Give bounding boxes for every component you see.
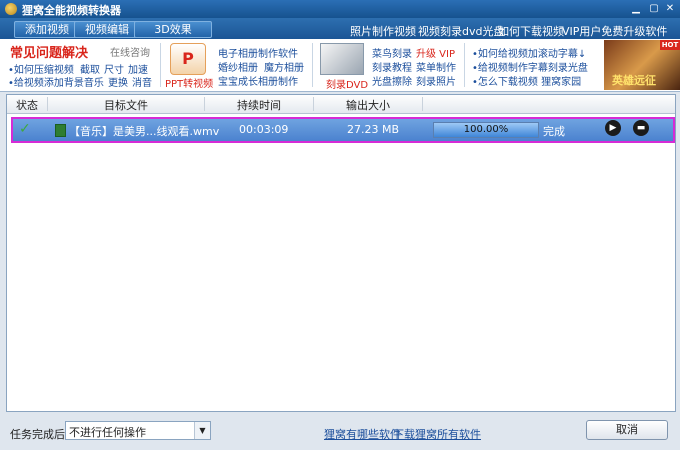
video-file-icon — [55, 124, 66, 137]
faq-replace-link[interactable]: 更换 — [108, 74, 128, 89]
banner-divider — [312, 43, 313, 87]
vip-upgrade-link[interactable]: VIP用户免费升级软件 — [562, 23, 667, 39]
menu-make-link[interactable]: 菜单制作 — [416, 59, 456, 74]
close-icon[interactable]: ✕ — [662, 2, 678, 16]
column-status[interactable]: 状态 — [7, 97, 48, 112]
promo-banner: 常见问题解决 在线咨询 •如何压缩视频 截取 尺寸 加速 •给视频添加背景音乐 … — [0, 39, 680, 92]
check-icon: ✓ — [19, 121, 31, 137]
chevron-down-icon[interactable]: ▼ — [194, 422, 210, 439]
task-table: 状态 目标文件 持续时间 输出大小 ✓ 【音乐】是美男...线观看.wmv 00… — [6, 94, 676, 412]
after-task-label: 任务完成后: — [10, 428, 69, 441]
photo-video-link[interactable]: 照片制作视频 — [350, 23, 416, 39]
minimize-icon[interactable]: ▁ — [628, 2, 644, 16]
download-all-link[interactable]: 下载狸窝所有软件 — [393, 426, 481, 442]
software-list-link[interactable]: 狸窝有哪些软件 — [324, 426, 401, 442]
dvd-burn-link[interactable]: 视频刻录dvd光盘 — [418, 23, 504, 39]
table-row[interactable]: ✓ 【音乐】是美男...线观看.wmv 00:03:09 27.23 MB 10… — [11, 117, 675, 143]
window-title: 狸窝全能视频转换器 — [22, 4, 121, 17]
baby-album-link[interactable]: 宝宝成长相册制作 — [218, 73, 298, 88]
cube-album-link[interactable]: 魔方相册 — [264, 59, 304, 74]
burn-dvd-link[interactable]: 刻录DVD — [326, 76, 368, 91]
online-consult-link[interactable]: 在线咨询 — [110, 44, 150, 59]
game-ad-text[interactable]: 英雄远征 — [612, 72, 656, 88]
target-file-cell: 【音乐】是美男...线观看.wmv — [69, 125, 220, 138]
column-output-size[interactable]: 输出大小 — [314, 97, 423, 112]
progress-bar: 100.00% — [433, 122, 539, 138]
size-cell: 27.23 MB — [347, 123, 400, 136]
dvd-icon[interactable] — [320, 43, 364, 75]
cancel-button[interactable]: 取消 — [586, 420, 668, 440]
after-task-value: 不进行任何操作 — [69, 426, 146, 439]
burn-photo-link[interactable]: 刻录照片 — [416, 73, 456, 88]
ppt-to-video-link[interactable]: PPT转视频 — [165, 75, 213, 90]
column-target-file[interactable]: 目标文件 — [48, 97, 205, 112]
title-bar: 狸窝全能视频转换器 ▁ ▢ ✕ — [0, 0, 680, 18]
album-software-link[interactable]: 电子相册制作软件 — [218, 45, 298, 60]
ppt-icon[interactable]: P — [170, 43, 206, 75]
download-video-link[interactable]: 如何下载视频 — [498, 23, 564, 39]
upgrade-vip-link[interactable]: 升级 VIP — [416, 45, 455, 60]
subtitle-burn-link[interactable]: •给视频制作字幕刻录光盘 — [472, 59, 588, 74]
wedding-album-link[interactable]: 婚纱相册 — [218, 59, 258, 74]
app-logo-icon — [5, 3, 17, 15]
banner-divider — [464, 43, 465, 87]
status-text: 完成 — [543, 125, 565, 138]
faq-music-link[interactable]: •给视频添加背景音乐 — [8, 74, 104, 89]
beginner-burn-link[interactable]: 菜鸟刻录 — [372, 45, 412, 60]
table-header: 状态 目标文件 持续时间 输出大小 — [7, 95, 675, 114]
banner-divider — [160, 43, 161, 87]
burn-tutorial-link[interactable]: 刻录教程 — [372, 59, 412, 74]
scroll-subtitle-link[interactable]: •如何给视频加滚动字幕↓ — [472, 45, 586, 60]
column-duration[interactable]: 持续时间 — [205, 97, 314, 112]
toolbar: 添加视频 视频编辑 3D效果 照片制作视频 视频刻录dvd光盘 如何下载视频 V… — [0, 18, 680, 39]
download-home-link[interactable]: •怎么下载视频 狸窝家园 — [472, 73, 581, 88]
open-folder-icon[interactable]: ▬ — [633, 120, 649, 136]
faq-title: 常见问题解决 — [10, 46, 89, 61]
maximize-icon[interactable]: ▢ — [646, 2, 662, 16]
edit-video-button[interactable]: 视频编辑 — [74, 21, 140, 38]
faq-mute-link[interactable]: 消音 — [132, 74, 152, 89]
hot-badge: HOT — [660, 40, 680, 50]
progress-label: 100.00% — [463, 124, 509, 135]
after-task-select[interactable]: 不进行任何操作 ▼ — [65, 421, 211, 440]
add-video-button[interactable]: 添加视频 — [14, 21, 80, 38]
effect-3d-button[interactable]: 3D效果 — [134, 21, 212, 38]
disc-erase-link[interactable]: 光盘擦除 — [372, 73, 412, 88]
duration-cell: 00:03:09 — [239, 123, 289, 136]
play-icon[interactable]: ▶ — [605, 120, 621, 136]
